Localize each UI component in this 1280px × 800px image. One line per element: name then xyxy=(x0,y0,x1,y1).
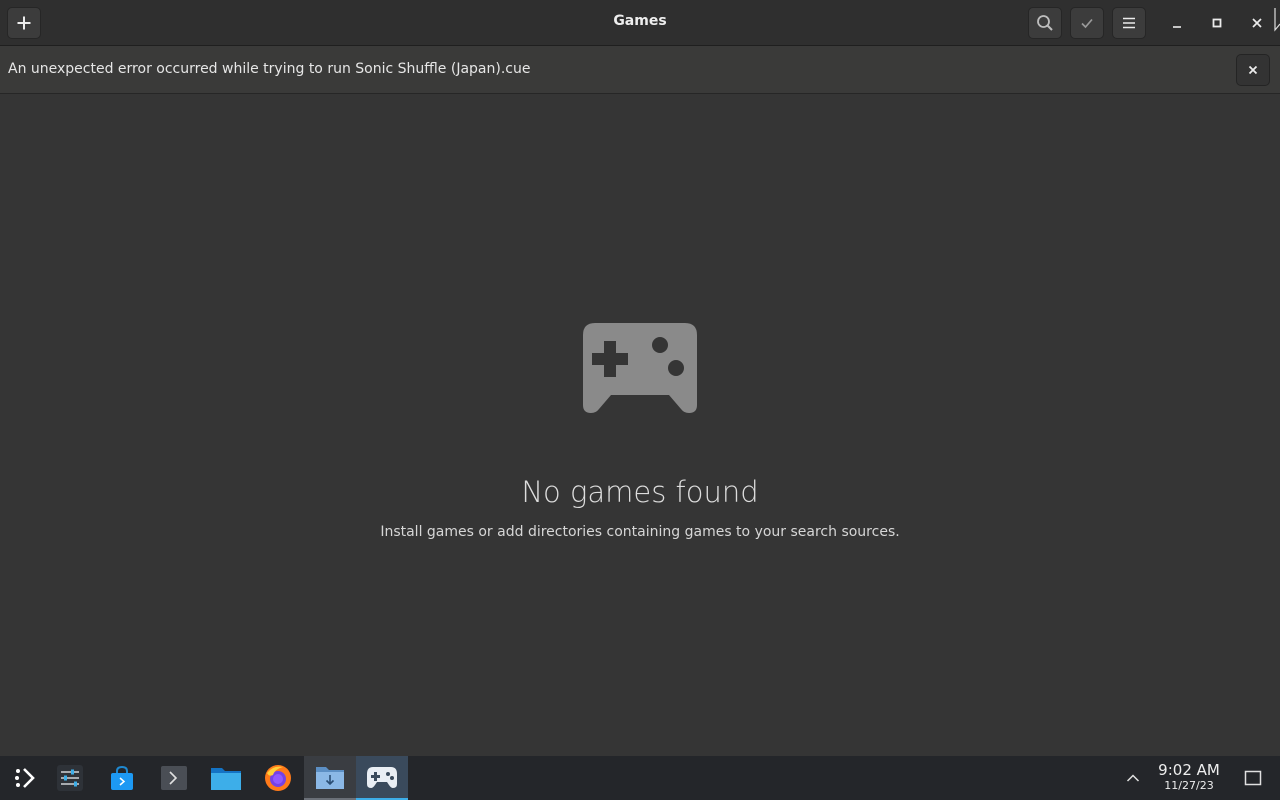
downloads-task[interactable] xyxy=(304,756,356,800)
terminal-icon xyxy=(161,766,187,790)
digital-clock[interactable]: 9:02 AM 11/27/23 xyxy=(1150,761,1228,793)
hamburger-menu-icon xyxy=(1123,17,1135,29)
taskbar: 9:02 AM 11/27/23 xyxy=(0,756,1280,800)
gamepad-icon xyxy=(583,323,697,413)
close-icon xyxy=(1252,18,1262,28)
launcher-icon xyxy=(15,768,35,788)
dolphin-launcher[interactable] xyxy=(200,756,252,800)
settings-sliders-icon xyxy=(57,765,83,791)
firefox-icon xyxy=(265,765,291,791)
mouse-cursor xyxy=(1274,8,1280,32)
firefox-launcher[interactable] xyxy=(252,756,304,800)
minimize-icon xyxy=(1173,26,1181,28)
minimize-button[interactable] xyxy=(1166,12,1188,34)
show-desktop-icon xyxy=(1244,770,1262,786)
search-button[interactable] xyxy=(1028,7,1062,39)
maximize-icon xyxy=(1212,18,1222,28)
system-tray-expander[interactable] xyxy=(1122,766,1144,790)
clock-time: 9:02 AM xyxy=(1158,761,1220,779)
gamepad-icon xyxy=(367,767,397,788)
show-desktop-button[interactable] xyxy=(1240,766,1266,790)
checkmark-icon xyxy=(1081,18,1093,29)
error-message: An unexpected error occurred while tryin… xyxy=(8,61,531,77)
konsole-launcher[interactable] xyxy=(148,756,200,800)
games-window: Games An unexpected error occurred while… xyxy=(0,0,1280,756)
dismiss-error-button[interactable] xyxy=(1236,54,1270,86)
close-window-button[interactable] xyxy=(1246,12,1268,34)
games-task[interactable] xyxy=(356,756,408,800)
folder-icon xyxy=(211,768,241,790)
system-settings-launcher[interactable] xyxy=(44,756,96,800)
clock-date: 11/27/23 xyxy=(1164,779,1214,792)
empty-state-title: No games found xyxy=(521,475,759,509)
search-icon xyxy=(1037,15,1053,31)
selection-mode-button[interactable] xyxy=(1070,7,1104,39)
close-icon xyxy=(1248,65,1258,75)
maximize-button[interactable] xyxy=(1206,12,1228,34)
download-folder-icon xyxy=(316,767,344,789)
empty-state-description: Install games or add directories contain… xyxy=(380,524,900,540)
header-bar: Games xyxy=(0,0,1280,46)
error-infobar: An unexpected error occurred while tryin… xyxy=(0,46,1280,94)
store-bag-icon xyxy=(111,765,133,790)
main-menu-button[interactable] xyxy=(1112,7,1146,39)
chevron-up-icon xyxy=(1126,774,1140,782)
discover-launcher[interactable] xyxy=(96,756,148,800)
